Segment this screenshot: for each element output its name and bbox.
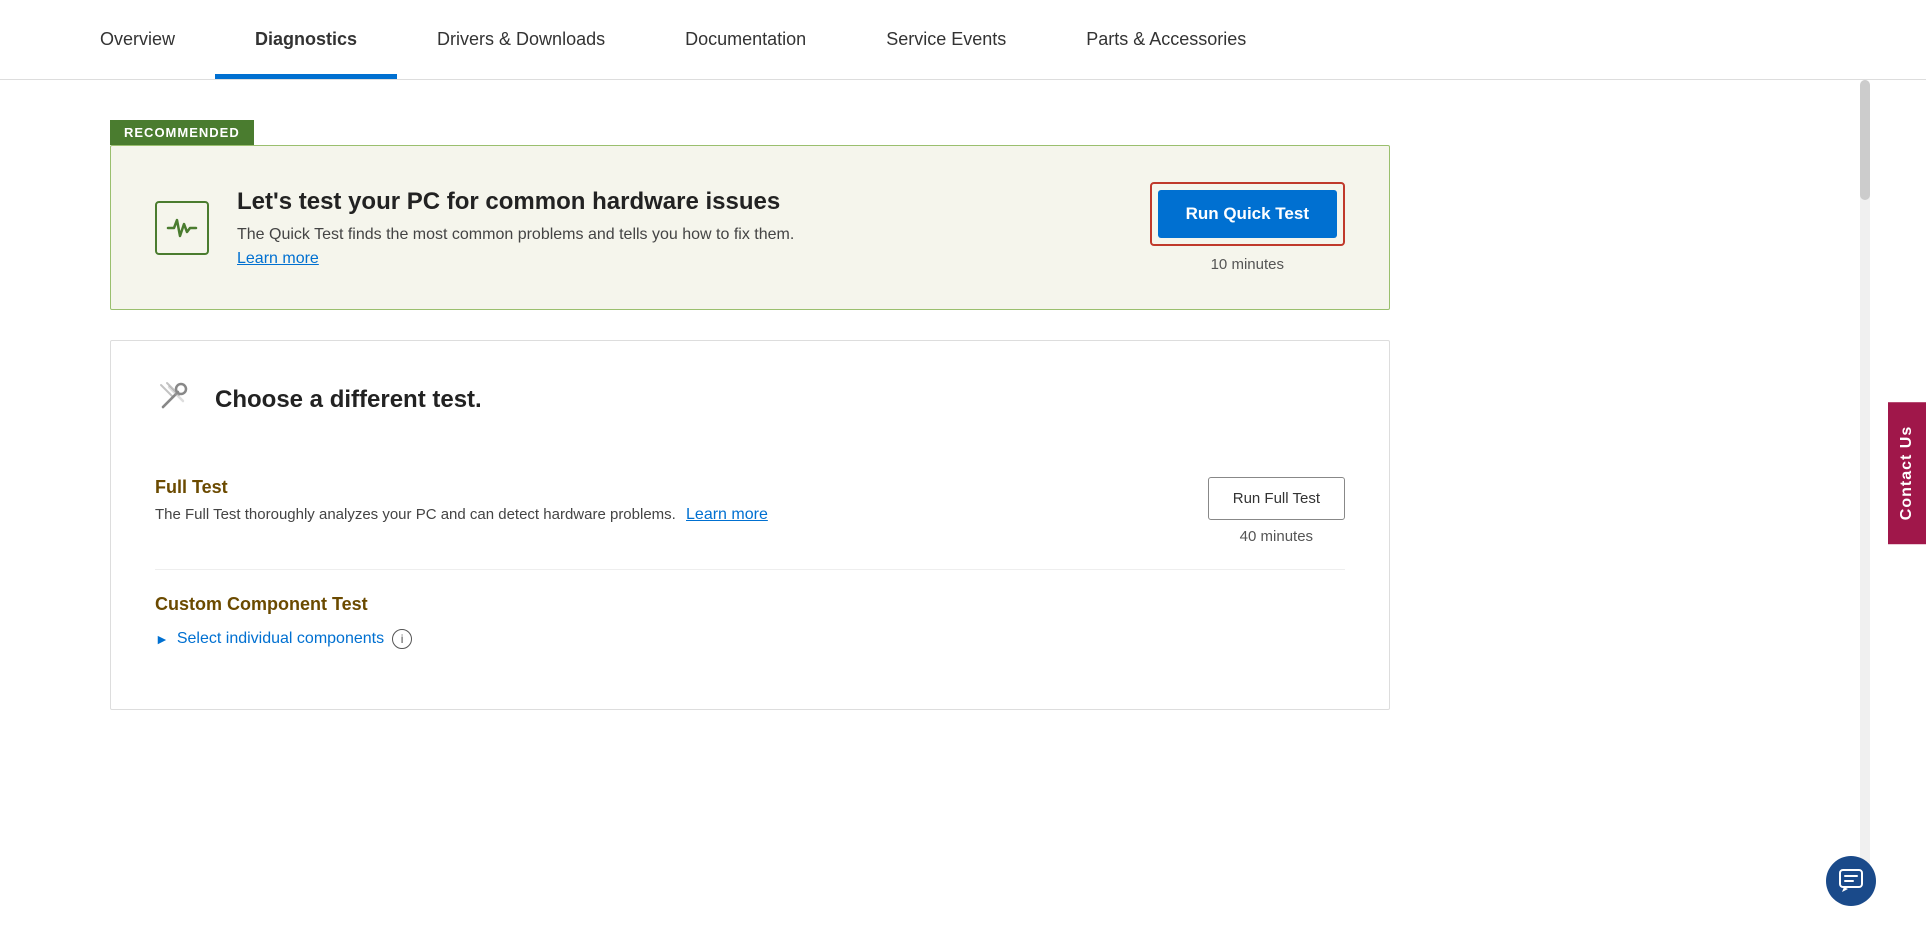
nav-item-documentation[interactable]: Documentation (645, 0, 846, 79)
custom-test-name: Custom Component Test (155, 594, 1345, 615)
nav-item-service-events[interactable]: Service Events (846, 0, 1046, 79)
info-icon[interactable]: i (392, 629, 412, 649)
nav-label-drivers: Drivers & Downloads (437, 29, 605, 50)
full-test-right: Run Full Test 40 minutes (1208, 477, 1345, 545)
full-test-content: Full Test The Full Test thoroughly analy… (155, 477, 768, 524)
recommended-learn-more-link[interactable]: Learn more (237, 250, 319, 267)
full-test-name: Full Test (155, 477, 768, 498)
pulse-icon (155, 201, 209, 255)
recommended-section: RECOMMENDED Let's test your PC for commo… (110, 120, 1390, 310)
select-individual-label[interactable]: Select individual components (177, 630, 384, 648)
nav-item-overview[interactable]: Overview (60, 0, 215, 79)
chat-icon-button[interactable] (1826, 856, 1876, 906)
nav-label-parts: Parts & Accessories (1086, 29, 1246, 50)
recommended-card: Let's test your PC for common hardware i… (110, 145, 1390, 310)
custom-test-section: Custom Component Test ► Select individua… (155, 570, 1345, 673)
run-quick-test-button[interactable]: Run Quick Test (1158, 190, 1337, 238)
nav-bar: Overview Diagnostics Drivers & Downloads… (0, 0, 1926, 80)
full-test-learn-more-link[interactable]: Learn more (686, 506, 768, 523)
scrollbar-thumb[interactable] (1860, 80, 1870, 200)
recommended-card-title: Let's test your PC for common hardware i… (237, 188, 1122, 216)
wrench-icon (155, 377, 193, 423)
nav-label-diagnostics: Diagnostics (255, 29, 357, 50)
chevron-right-icon: ► (155, 631, 169, 647)
nav-label-overview: Overview (100, 29, 175, 50)
full-test-time: 40 minutes (1240, 528, 1313, 545)
recommended-card-content: Let's test your PC for common hardware i… (237, 188, 1122, 268)
full-test-section: Full Test The Full Test thoroughly analy… (155, 453, 1345, 570)
full-test-description: The Full Test thoroughly analyzes your P… (155, 506, 768, 524)
select-individual-components[interactable]: ► Select individual components i (155, 629, 1345, 649)
nav-item-drivers-downloads[interactable]: Drivers & Downloads (397, 0, 645, 79)
run-full-test-button[interactable]: Run Full Test (1208, 477, 1345, 520)
run-quick-test-highlight: Run Quick Test (1150, 182, 1345, 246)
nav-item-parts-accessories[interactable]: Parts & Accessories (1046, 0, 1286, 79)
scrollbar[interactable] (1860, 80, 1870, 880)
different-test-header: Choose a different test. (155, 377, 1345, 423)
different-test-title: Choose a different test. (215, 386, 482, 414)
quick-test-time: 10 minutes (1211, 256, 1284, 273)
recommended-card-description: The Quick Test finds the most common pro… (237, 226, 1122, 244)
nav-label-documentation: Documentation (685, 29, 806, 50)
nav-item-diagnostics[interactable]: Diagnostics (215, 0, 397, 79)
nav-label-service-events: Service Events (886, 29, 1006, 50)
contact-us-tab[interactable]: Contact Us (1888, 402, 1926, 544)
main-content: RECOMMENDED Let's test your PC for commo… (0, 80, 1500, 750)
different-test-card: Choose a different test. Full Test The F… (110, 340, 1390, 710)
run-quick-test-area: Run Quick Test 10 minutes (1150, 182, 1345, 273)
recommended-badge: RECOMMENDED (110, 120, 254, 145)
full-test-header: Full Test The Full Test thoroughly analy… (155, 477, 1345, 545)
